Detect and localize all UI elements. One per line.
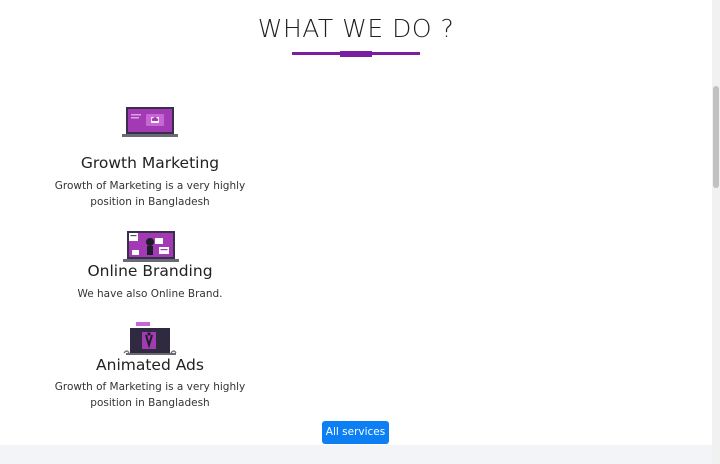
footer-band (0, 445, 712, 464)
vertical-scrollbar[interactable] (712, 0, 720, 464)
service-title: Growth Marketing (80, 154, 220, 172)
scrollbar-thumb[interactable] (713, 86, 719, 188)
service-description: We have also Online Brand. (77, 288, 223, 300)
laptop-ads-illustration (123, 322, 177, 355)
service-title: Online Branding (87, 262, 213, 280)
laptop-branding-illustration (123, 231, 179, 262)
service-description: Growth of Marketing is a very highly pos… (54, 381, 246, 409)
title-underline-accent (340, 51, 372, 57)
section-title: WHAT WE DO ? (257, 14, 455, 43)
service-description: Growth of Marketing is a very highly pos… (54, 180, 246, 208)
all-services-button[interactable]: All services (322, 421, 389, 444)
page: WHAT WE DO ? Growth Marketing Growth of … (0, 0, 712, 464)
service-title: Animated Ads (96, 356, 204, 374)
laptop-cloud-illustration (122, 107, 178, 137)
